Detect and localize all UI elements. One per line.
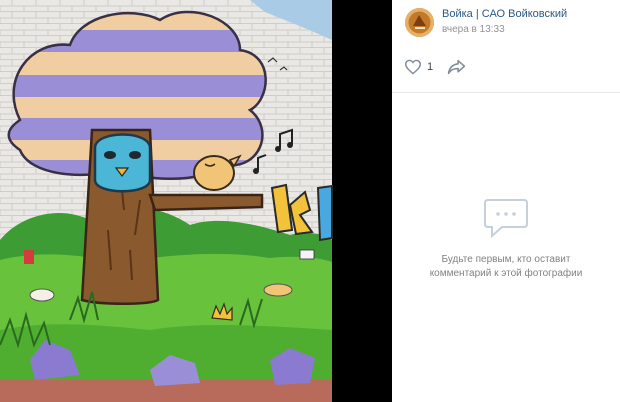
divider	[392, 92, 620, 93]
share-button[interactable]	[447, 59, 466, 75]
like-button[interactable]: 1	[404, 59, 433, 75]
empty-comments-line-1: Будьте первым, кто оставит	[441, 254, 571, 265]
empty-comments-line-2: комментарий к этой фотографии	[429, 268, 583, 279]
author-meta: Войка | САО Войковский вчера в 13:33	[442, 7, 567, 37]
graffiti-photo[interactable]	[0, 0, 392, 402]
photo-pane[interactable]	[0, 0, 392, 402]
post-author: Войка | САО Войковский вчера в 13:33	[405, 7, 567, 37]
avatar-image	[405, 7, 434, 37]
author-name-link[interactable]: Войка | САО Войковский	[442, 7, 567, 21]
photo-viewer: Войка | САО Войковский вчера в 13:33 1 Б…	[0, 0, 620, 402]
comment-bubble-icon	[484, 199, 528, 239]
share-arrow-icon	[447, 59, 466, 75]
avatar[interactable]	[405, 7, 434, 37]
heart-icon	[404, 59, 422, 75]
like-count: 1	[427, 61, 434, 73]
empty-comments-text: Будьте первым, кто оставит комментарий к…	[392, 253, 620, 281]
photo-sidebar: Войка | САО Войковский вчера в 13:33 1 Б…	[392, 0, 620, 402]
post-actions: 1	[404, 59, 466, 75]
post-timestamp[interactable]: вчера в 13:33	[442, 23, 567, 37]
comments-empty-state: Будьте первым, кто оставит комментарий к…	[392, 196, 620, 281]
